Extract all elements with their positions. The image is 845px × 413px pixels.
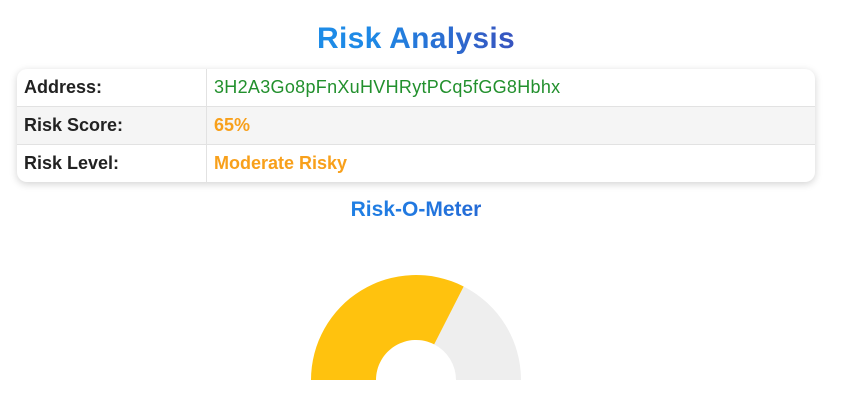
gauge-fill (311, 274, 464, 380)
risk-score-value: 65% (206, 106, 815, 145)
address-row: Address: 3H2A3Go8pFnXuHVHRytPCq5fGG8Hbhx (17, 69, 815, 107)
risk-gauge (311, 274, 521, 380)
risk-o-meter-title: Risk-O-Meter (0, 196, 832, 224)
risk-info-card: Address: 3H2A3Go8pFnXuHVHRytPCq5fGG8Hbhx… (17, 69, 815, 182)
risk-score-row: Risk Score: 65% (17, 106, 815, 145)
address-label: Address: (17, 69, 207, 107)
risk-level-value: Moderate Risky (214, 153, 348, 173)
page-title: Risk Analysis (0, 20, 832, 58)
risk-score-label: Risk Score: (17, 106, 207, 145)
risk-level-row: Risk Level: Moderate Risky (17, 144, 815, 182)
risk-analysis-page: Risk Analysis Address: 3H2A3Go8pFnXuHVHR… (0, 0, 845, 413)
address-value: 3H2A3Go8pFnXuHVHRytPCq5fGG8Hbhx (206, 69, 815, 107)
risk-info-table: Address: 3H2A3Go8pFnXuHVHRytPCq5fGG8Hbhx… (17, 69, 815, 182)
risk-level-label: Risk Level: (17, 144, 207, 182)
